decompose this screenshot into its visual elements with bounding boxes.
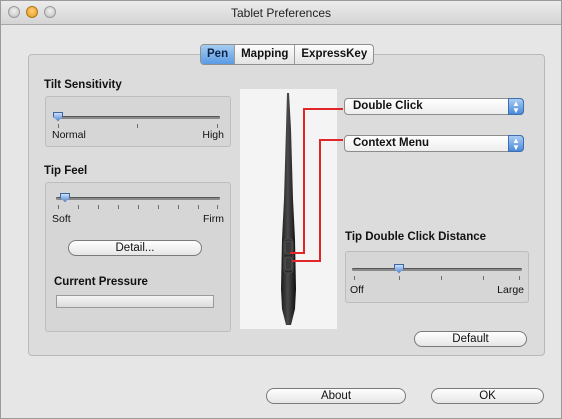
upper-button-line-h [303,108,343,110]
upper-connector [292,260,321,262]
tip-feel-tick [78,205,79,209]
double-click-max-label: Large [497,284,524,296]
tilt-sensitivity-label: Tilt Sensitivity [44,79,122,91]
current-pressure-bar [56,295,214,308]
tip-feel-box: Soft Firm Detail... Current Pressure [45,182,231,332]
tab-expresskey[interactable]: ExpressKey [295,45,373,64]
tablet-preferences-window: Tablet Preferences Pen Mapping ExpressKe… [0,0,562,419]
about-button[interactable]: About [266,388,406,404]
upper-button-line [303,108,305,254]
pen-icon [281,93,296,325]
lower-button-line-h [319,139,343,141]
tip-feel-tick [118,205,119,209]
current-pressure-label: Current Pressure [54,276,148,288]
ok-button[interactable]: OK [431,388,544,404]
tab-pen[interactable]: Pen [201,45,236,64]
tip-feel-max-label: Firm [203,213,224,225]
tip-feel-min-label: Soft [52,213,71,225]
tilt-tick [217,124,218,128]
window-title: Tablet Preferences [230,6,332,20]
double-click-tick [354,276,355,280]
double-click-tick [399,276,400,280]
double-click-slider-thumb[interactable] [394,264,404,273]
upper-button-popup[interactable]: Double Click ▲ ▼ [344,98,524,115]
double-click-distance-label: Tip Double Click Distance [345,231,487,243]
double-click-tick [519,276,520,280]
tilt-max-label: High [202,129,224,141]
tip-feel-slider-thumb[interactable] [60,193,70,202]
tip-feel-tick [58,205,59,209]
double-click-min-label: Off [350,284,364,296]
tilt-slider-thumb[interactable] [53,112,63,121]
pen-illustration [240,89,337,329]
tip-feel-tick [138,205,139,209]
tip-feel-tick [217,205,218,209]
detail-button[interactable]: Detail... [68,240,202,256]
tilt-sensitivity-box: Normal High [45,96,231,147]
default-button[interactable]: Default [414,331,527,347]
popup-arrows-icon: ▲ ▼ [508,135,524,152]
tip-feel-tick [178,205,179,209]
tilt-tick [58,124,59,128]
tilt-tick [137,124,138,128]
double-click-slider-track [352,268,522,271]
tab-mapping[interactable]: Mapping [235,45,296,64]
tab-bar: Pen Mapping ExpressKey [200,44,375,65]
double-click-distance-box: Off Large [345,251,529,303]
popup-arrows-icon: ▲ ▼ [508,98,524,115]
tilt-min-label: Normal [52,129,86,141]
tip-feel-slider-track [56,197,220,200]
lower-button-popup[interactable]: Context Menu ▲ ▼ [344,135,524,152]
tip-feel-label: Tip Feel [44,165,88,177]
lower-button-popup-value: Context Menu [353,137,430,149]
tip-feel-tick [198,205,199,209]
double-click-tick [483,276,484,280]
title-bar: Tablet Preferences [1,1,561,25]
tip-feel-tick [98,205,99,209]
tip-feel-tick [158,205,159,209]
lower-button-line [319,139,321,262]
double-click-tick [441,276,442,280]
tilt-slider-track [56,116,220,119]
upper-button-popup-value: Double Click [353,100,423,112]
